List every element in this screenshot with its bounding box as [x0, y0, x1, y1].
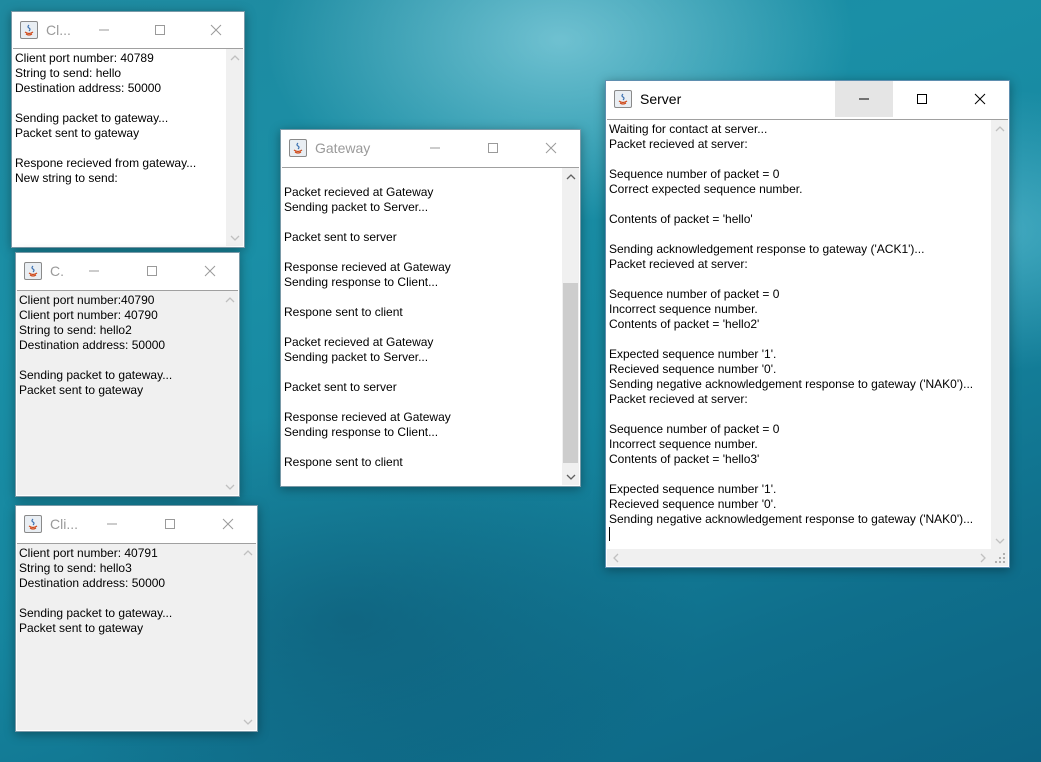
scroll-down-arrow[interactable]: [221, 478, 238, 495]
window-title: Gateway: [315, 140, 371, 156]
titlebar[interactable]: Server: [606, 81, 1009, 117]
window-title: Server: [640, 91, 682, 107]
close-button[interactable]: [188, 12, 244, 48]
titlebar[interactable]: Cli...: [16, 506, 257, 542]
resize-grip[interactable]: [991, 549, 1008, 566]
output-text[interactable]: Client port number: 40789 String to send…: [15, 51, 225, 246]
text-pane[interactable]: Client port number: 40789 String to send…: [13, 48, 243, 246]
maximize-button[interactable]: [123, 253, 181, 289]
minimize-icon: [859, 98, 869, 100]
minimize-icon: [107, 523, 117, 525]
chevron-down-icon: [225, 484, 234, 490]
chevron-up-icon: [225, 296, 234, 302]
scroll-right-arrow[interactable]: [974, 549, 991, 566]
chevron-up-icon: [243, 549, 252, 555]
window-title: Cl...: [46, 22, 71, 38]
chevron-down-icon: [566, 474, 575, 480]
scroll-up-arrow[interactable]: [221, 291, 238, 308]
output-text[interactable]: Client port number:40790 Client port num…: [19, 293, 220, 495]
scroll-up-arrow[interactable]: [991, 120, 1008, 137]
output-text[interactable]: Packet recieved at Gateway Sending packe…: [284, 170, 561, 485]
java-icon: [289, 139, 307, 157]
scroll-down-arrow[interactable]: [239, 713, 256, 730]
scroll-down-arrow[interactable]: [562, 468, 579, 485]
minimize-button[interactable]: [76, 12, 132, 48]
maximize-icon: [147, 266, 157, 276]
window-title: Cli...: [50, 516, 78, 532]
maximize-icon: [488, 143, 498, 153]
titlebar[interactable]: C.: [16, 253, 239, 289]
close-button[interactable]: [181, 253, 239, 289]
vertical-scrollbar[interactable]: [991, 120, 1008, 549]
scroll-up-arrow[interactable]: [562, 168, 579, 185]
scroll-left-arrow[interactable]: [607, 549, 624, 566]
close-icon: [545, 142, 557, 154]
close-button[interactable]: [199, 506, 257, 542]
scroll-thumb[interactable]: [563, 283, 578, 463]
server-log: Waiting for contact at server... Packet …: [609, 122, 974, 526]
client-window-3[interactable]: Cli... Client port number: 40791 String …: [15, 505, 258, 732]
maximize-icon: [917, 94, 927, 104]
scroll-up-arrow[interactable]: [239, 544, 256, 561]
maximize-button[interactable]: [464, 130, 522, 166]
text-pane[interactable]: Waiting for contact at server... Packet …: [607, 119, 1008, 566]
vertical-scrollbar[interactable]: [562, 168, 579, 485]
gateway-window[interactable]: Gateway Packet recieved at Gateway Sendi…: [280, 129, 581, 487]
chevron-down-icon: [995, 538, 1004, 544]
scroll-up-arrow[interactable]: [226, 49, 243, 66]
close-button[interactable]: [522, 130, 580, 166]
chevron-left-icon: [612, 553, 618, 562]
output-text[interactable]: Client port number: 40791 String to send…: [19, 546, 238, 730]
chevron-down-icon: [230, 235, 239, 241]
close-icon: [222, 518, 234, 530]
output-text[interactable]: Waiting for contact at server... Packet …: [609, 122, 986, 549]
titlebar[interactable]: Gateway: [281, 130, 580, 166]
text-pane[interactable]: Client port number:40790 Client port num…: [17, 290, 238, 495]
chevron-up-icon: [566, 173, 575, 179]
maximize-button[interactable]: [132, 12, 188, 48]
close-button[interactable]: [951, 81, 1009, 117]
text-pane[interactable]: Client port number: 40791 String to send…: [17, 543, 256, 730]
minimize-button[interactable]: [83, 506, 141, 542]
horizontal-scrollbar[interactable]: [607, 549, 991, 566]
scroll-down-arrow[interactable]: [991, 532, 1008, 549]
minimize-button[interactable]: [65, 253, 123, 289]
java-icon: [614, 90, 632, 108]
maximize-button[interactable]: [893, 81, 951, 117]
server-window[interactable]: Server Waiting for contact at server... …: [605, 80, 1010, 568]
minimize-icon: [89, 270, 99, 272]
chevron-up-icon: [230, 54, 239, 60]
client-window-2[interactable]: C. Client port number:40790 Client port …: [15, 252, 240, 497]
close-icon: [204, 265, 216, 277]
close-icon: [974, 93, 986, 105]
vertical-scrollbar[interactable]: [226, 49, 243, 246]
titlebar[interactable]: Cl...: [12, 12, 244, 48]
java-icon: [20, 21, 38, 39]
minimize-icon: [430, 147, 440, 149]
maximize-icon: [165, 519, 175, 529]
java-icon: [24, 515, 42, 533]
resize-grip-icon: [995, 553, 1005, 563]
java-icon: [24, 262, 42, 280]
chevron-right-icon: [980, 553, 986, 562]
text-pane[interactable]: Packet recieved at Gateway Sending packe…: [282, 167, 579, 485]
scroll-down-arrow[interactable]: [226, 229, 243, 246]
chevron-up-icon: [995, 125, 1004, 131]
window-title: C.: [50, 263, 64, 279]
client-window-1[interactable]: Cl... Client port number: 40789 String t…: [11, 11, 245, 248]
chevron-down-icon: [243, 719, 252, 725]
vertical-scrollbar[interactable]: [221, 291, 238, 495]
minimize-button[interactable]: [835, 81, 893, 117]
minimize-button[interactable]: [406, 130, 464, 166]
close-icon: [210, 24, 222, 36]
maximize-button[interactable]: [141, 506, 199, 542]
vertical-scrollbar[interactable]: [239, 544, 256, 730]
text-caret: [609, 527, 610, 541]
maximize-icon: [155, 25, 165, 35]
minimize-icon: [99, 29, 109, 31]
